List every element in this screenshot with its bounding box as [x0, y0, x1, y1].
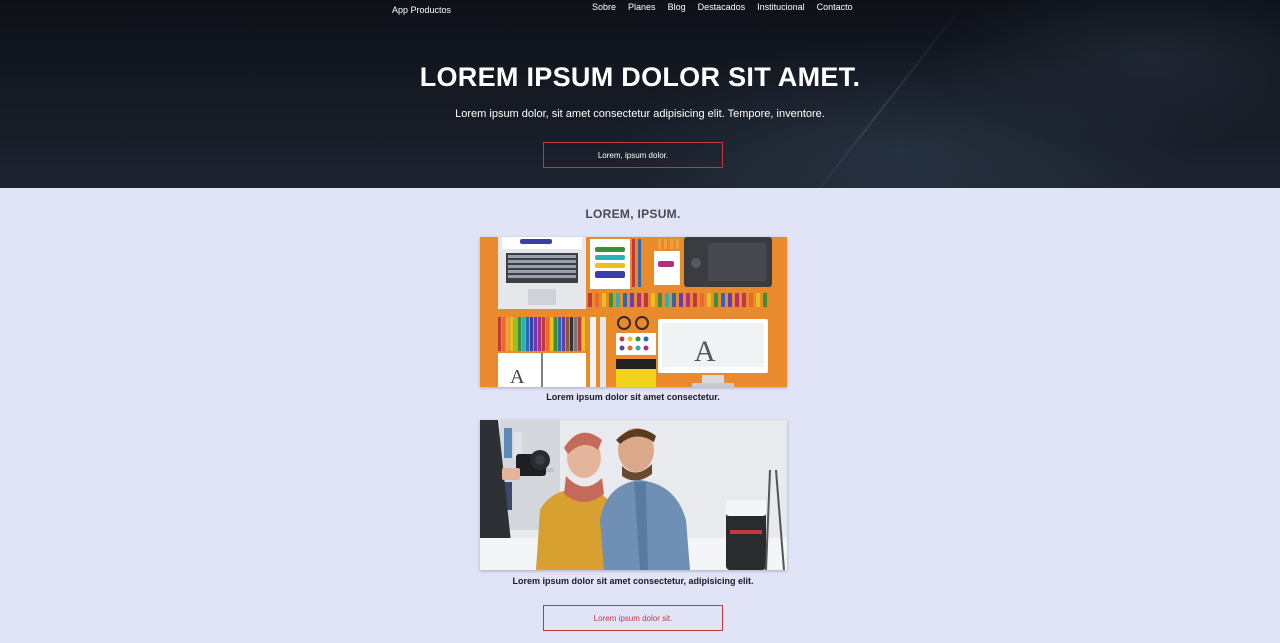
- nav-item-sobre[interactable]: Sobre: [592, 2, 616, 12]
- nav-item-institucional[interactable]: Institucional: [757, 2, 805, 12]
- svg-text:A: A: [694, 335, 716, 368]
- hero-cta-button[interactable]: Lorem, ipsum dolor.: [543, 142, 723, 168]
- section-title: LOREM, IPSUM.: [585, 207, 681, 221]
- card-caption-2: Lorem ipsum dolor sit amet consectetur, …: [512, 576, 754, 586]
- photographers-image: [480, 420, 787, 570]
- top-nav: Sobre Planes Blog Destacados Institucion…: [592, 2, 865, 12]
- nav-item-planes[interactable]: Planes: [628, 2, 656, 12]
- nav-item-contacto[interactable]: Contacto: [817, 2, 853, 12]
- brand-link[interactable]: App Productos: [392, 5, 451, 15]
- nav-item-destacados[interactable]: Destacados: [698, 2, 746, 12]
- hero-subtitle: Lorem ipsum dolor, sit amet consectetur …: [455, 108, 825, 120]
- designer-desk-image: A A: [480, 237, 787, 387]
- nav-item-blog[interactable]: Blog: [668, 2, 686, 12]
- hero-title: LOREM IPSUM DOLOR SIT AMET.: [419, 62, 861, 92]
- hero-banner: App Productos Sobre Planes Blog Destacad…: [0, 0, 1280, 188]
- card-caption-1: Lorem ipsum dolor sit amet consectetur.: [546, 392, 720, 402]
- svg-text:A: A: [510, 366, 525, 387]
- section-cta-button[interactable]: Lorem ipsum dolor sit.: [543, 605, 723, 631]
